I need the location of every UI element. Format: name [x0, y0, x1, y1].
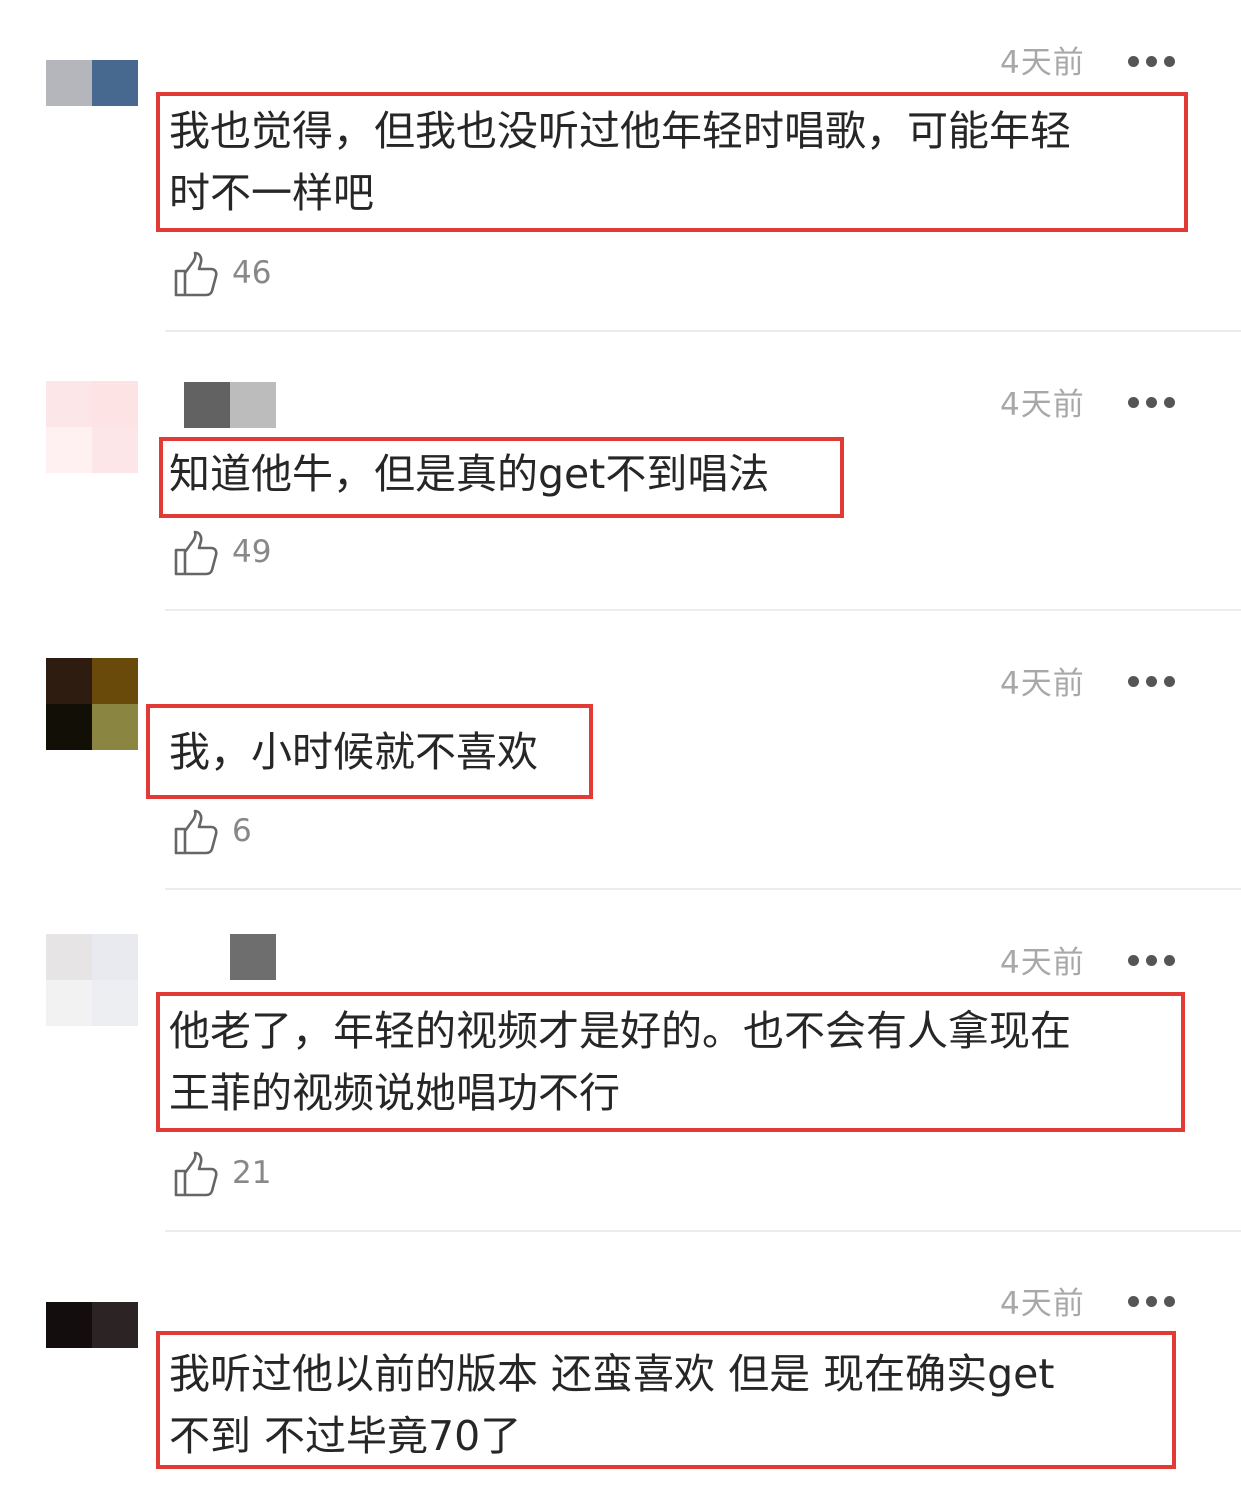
username[interactable] [184, 382, 276, 428]
avatar[interactable] [46, 934, 138, 1026]
comment-line: 不到 不过毕竟70了 [169, 1412, 522, 1460]
comment-line: 时不一样吧 [169, 169, 374, 217]
more-dots-icon[interactable] [1128, 955, 1176, 967]
comment-text: 我，小时候就不喜欢 [169, 721, 538, 783]
divider [165, 1230, 1241, 1232]
comment-line: 我听过他以前的版本 还蛮喜欢 但是 现在确实get [169, 1350, 1055, 1398]
timestamp: 4天前 [1000, 945, 1085, 981]
comment-text: 我听过他以前的版本 还蛮喜欢 但是 现在确实get 不到 不过毕竟70了 [169, 1343, 1054, 1467]
divider [165, 609, 1241, 611]
divider [165, 888, 1241, 890]
like-count: 21 [232, 1155, 272, 1191]
comment-text: 知道他牛，但是真的get不到唱法 [169, 443, 769, 505]
like-count: 46 [232, 255, 272, 291]
like-count: 6 [232, 813, 252, 849]
timestamp: 4天前 [1000, 45, 1085, 81]
divider [165, 330, 1241, 332]
more-dots-icon[interactable] [1128, 1296, 1176, 1308]
comment-line: 我，小时候就不喜欢 [169, 728, 538, 776]
more-dots-icon[interactable] [1128, 397, 1176, 409]
avatar[interactable] [46, 1302, 138, 1348]
avatar[interactable] [46, 60, 138, 106]
thumbs-up-icon [174, 1151, 218, 1197]
comment-text: 我也觉得，但我也没听过他年轻时唱歌，可能年轻 时不一样吧 [169, 100, 1071, 224]
comment-line: 我也觉得，但我也没听过他年轻时唱歌，可能年轻 [169, 107, 1071, 155]
timestamp: 4天前 [1000, 1286, 1085, 1322]
timestamp: 4天前 [1000, 387, 1085, 423]
avatar[interactable] [46, 658, 138, 750]
thumbs-up-icon [174, 251, 218, 297]
username[interactable] [230, 934, 276, 980]
more-dots-icon[interactable] [1128, 56, 1176, 68]
more-dots-icon[interactable] [1128, 676, 1176, 688]
avatar[interactable] [46, 381, 138, 473]
comment-line: 知道他牛，但是真的get不到唱法 [169, 450, 770, 498]
comment-line: 他老了，年轻的视频才是好的。也不会有人拿现在 [169, 1007, 1071, 1055]
thumbs-up-icon [174, 809, 218, 855]
thumbs-up-icon [174, 530, 218, 576]
comment-line: 王菲的视频说她唱功不行 [169, 1069, 620, 1117]
timestamp: 4天前 [1000, 666, 1085, 702]
comment-text: 他老了，年轻的视频才是好的。也不会有人拿现在 王菲的视频说她唱功不行 [169, 1000, 1071, 1124]
like-count: 49 [232, 534, 272, 570]
